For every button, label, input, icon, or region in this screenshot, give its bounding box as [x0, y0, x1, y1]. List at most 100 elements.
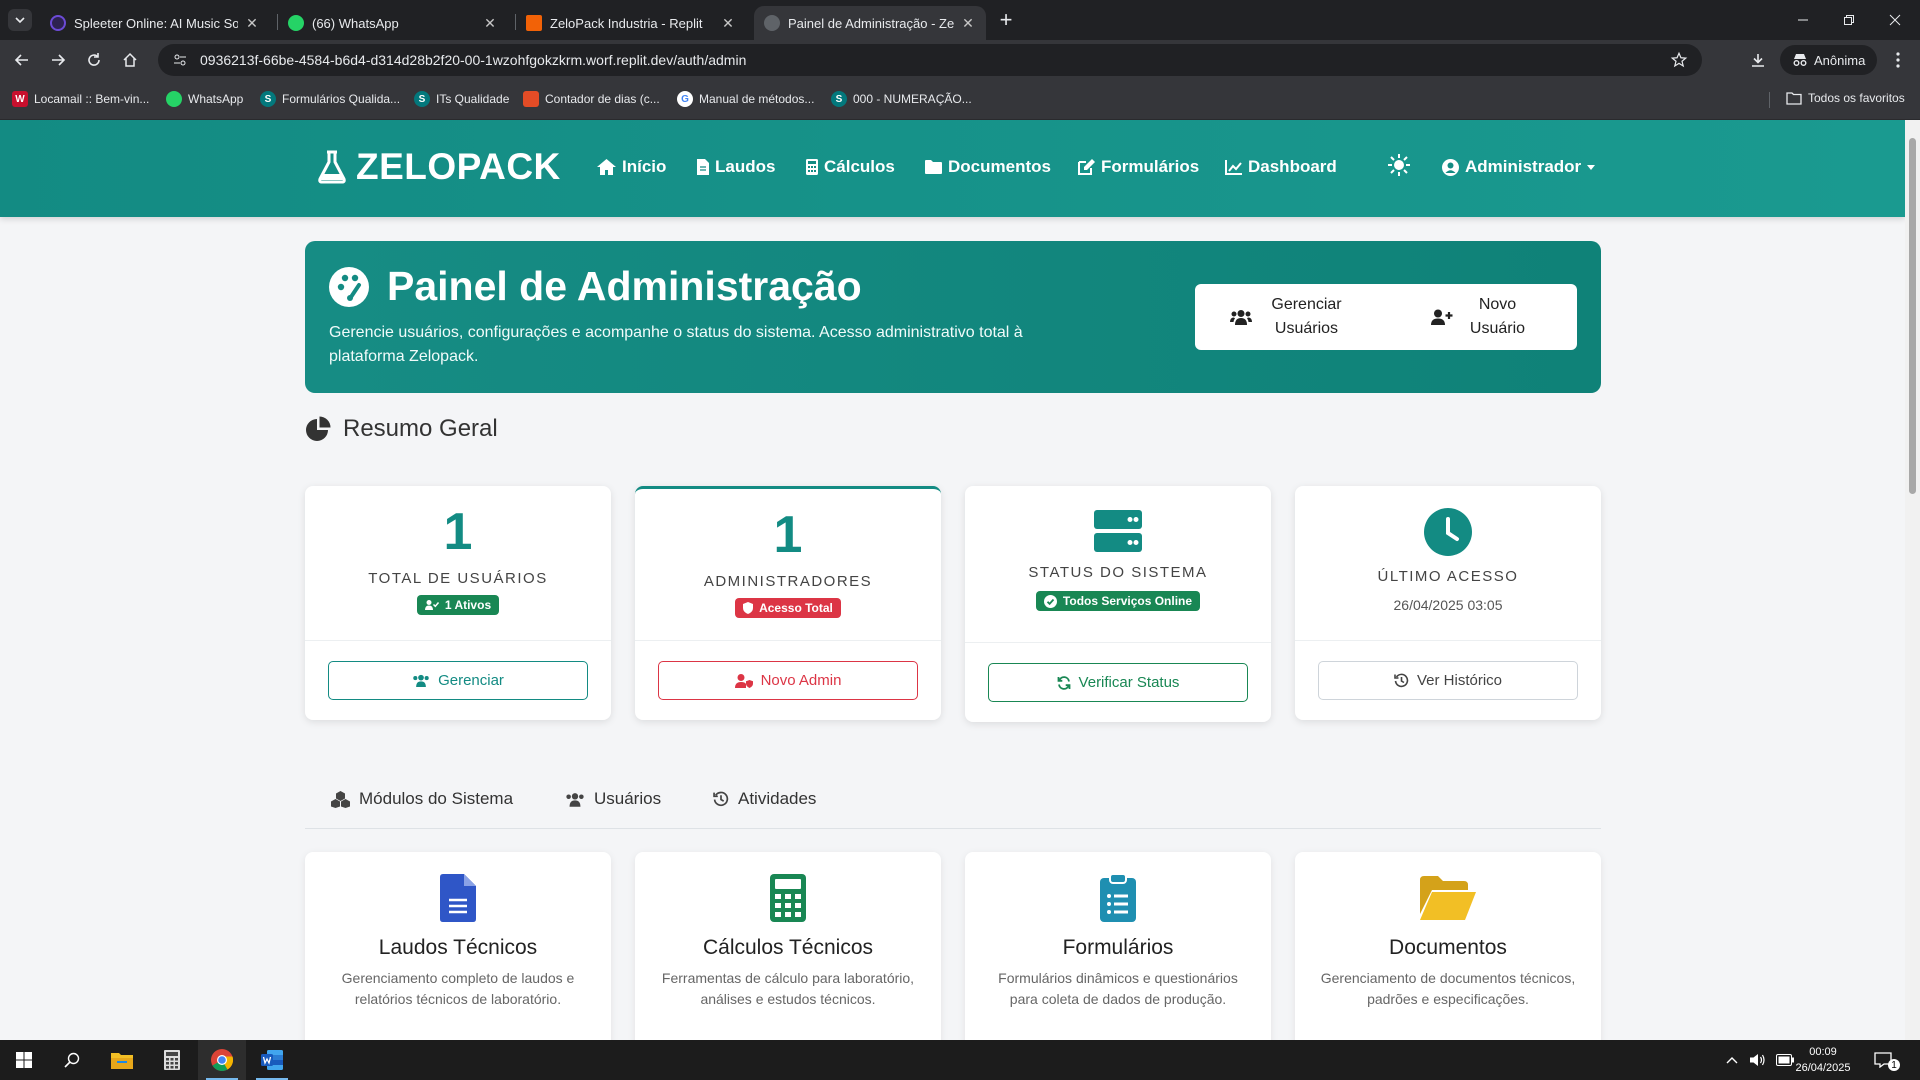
all-bookmarks-folder[interactable]: Todos os favoritos — [1786, 91, 1905, 105]
close-tab-icon[interactable]: ✕ — [960, 15, 976, 31]
user-check-icon — [424, 600, 439, 610]
windows-taskbar: 00:09 26/04/2025 1 — [0, 1040, 1920, 1080]
status-badge: Acesso Total — [735, 598, 841, 618]
calculator-icon — [164, 1050, 180, 1070]
reload-button[interactable] — [82, 48, 106, 72]
home-button[interactable] — [118, 48, 142, 72]
incognito-indicator[interactable]: Anônima — [1780, 45, 1878, 75]
home-icon — [123, 52, 137, 67]
bookmark-item[interactable]: S ITs Qualidade — [414, 91, 509, 107]
module-card-laudos[interactable]: Laudos Técnicos Gerenciamento completo d… — [305, 852, 611, 1040]
restore-button[interactable] — [1826, 0, 1872, 40]
chrome-app-button[interactable] — [198, 1040, 246, 1080]
chevron-up-icon[interactable] — [1726, 1056, 1738, 1064]
user-menu-dropdown[interactable]: Administrador — [1442, 157, 1596, 177]
clock-date: 26/04/2025 — [1795, 1062, 1851, 1074]
manage-users-button[interactable]: Gerenciar Usuários — [1195, 284, 1386, 350]
users-icon — [413, 674, 429, 687]
browser-toolbar: 0936213f-66be-4584-b6d4-d314d28b2f20-00-… — [0, 40, 1920, 80]
close-tab-icon[interactable]: ✕ — [720, 15, 736, 31]
stat-card-admins: 1 ADMINISTRADORES Acesso Total Novo Admi… — [635, 486, 941, 720]
replit-favicon-icon — [526, 15, 542, 31]
close-tab-icon[interactable]: ✕ — [244, 15, 260, 31]
site-info-icon[interactable] — [170, 52, 190, 68]
word-app-button[interactable] — [248, 1040, 296, 1080]
page-scrollbar[interactable] — [1905, 120, 1920, 1040]
stat-label: ÚLTIMO ACESSO — [1377, 568, 1519, 585]
nav-link-dashboard[interactable]: Dashboard — [1225, 157, 1337, 177]
locaweb-icon: W — [12, 91, 28, 107]
browser-tab[interactable]: (66) WhatsApp ✕ — [278, 6, 508, 40]
system-clock[interactable]: 00:09 26/04/2025 — [1788, 1044, 1858, 1076]
cubes-icon — [331, 790, 350, 808]
system-tray — [1726, 1040, 1794, 1080]
calculator-app-button[interactable] — [148, 1040, 196, 1080]
new-admin-button[interactable]: Novo Admin — [658, 661, 918, 700]
bookmark-item[interactable]: Contador de dias (c... — [523, 91, 660, 107]
tab-modules[interactable]: Módulos do Sistema — [331, 789, 513, 809]
download-icon — [1752, 54, 1764, 67]
back-button[interactable] — [10, 48, 34, 72]
bookmark-item[interactable]: S 000 - NUMERAÇÃO... — [831, 91, 972, 107]
module-description: Formulários dinâmicos e questionários pa… — [998, 970, 1238, 1007]
file-alt-icon — [440, 874, 476, 922]
notification-center-button[interactable]: 1 — [1874, 1040, 1900, 1080]
sharepoint-icon: S — [831, 91, 847, 107]
volume-icon[interactable] — [1750, 1053, 1766, 1067]
manage-button[interactable]: Gerenciar — [328, 661, 588, 700]
stat-label: ADMINISTRADORES — [703, 573, 873, 590]
browser-tab-active[interactable]: Painel de Administração - Zelop ✕ — [754, 6, 986, 40]
check-status-button[interactable]: Verificar Status — [988, 663, 1248, 702]
module-card-calculos[interactable]: Cálculos Técnicos Ferramentas de cálculo… — [635, 852, 941, 1040]
bookmarks-bar: W Locamail :: Bem-vin... WhatsApp S Form… — [0, 80, 1920, 120]
module-card-formularios[interactable]: Formulários Formulários dinâmicos e ques… — [965, 852, 1271, 1040]
bookmark-item[interactable]: W Locamail :: Bem-vin... — [12, 91, 149, 107]
shield-icon — [743, 602, 754, 614]
nav-link-inicio[interactable]: Início — [597, 157, 666, 177]
bookmark-item[interactable]: G Manual de métodos... — [677, 91, 814, 107]
nav-link-documentos[interactable]: Documentos — [925, 157, 1051, 177]
browser-tab[interactable]: ZeloPack Industria - Replit ✕ — [516, 6, 746, 40]
address-bar[interactable]: 0936213f-66be-4584-b6d4-d314d28b2f20-00-… — [158, 44, 1702, 76]
close-tab-icon[interactable]: ✕ — [482, 15, 498, 31]
browser-menu-button[interactable] — [1886, 48, 1910, 72]
nav-link-formularios[interactable]: Formulários — [1078, 157, 1199, 177]
stat-card-total-users: 1 TOTAL DE USUÁRIOS 1 Ativos Gerenciar — [305, 486, 611, 720]
tab-users[interactable]: Usuários — [565, 789, 661, 809]
users-icon — [566, 792, 584, 807]
file-explorer-button[interactable] — [98, 1040, 146, 1080]
search-button[interactable] — [48, 1040, 96, 1080]
module-description: Ferramentas de cálculo para laboratório,… — [661, 970, 915, 1007]
bookmark-item[interactable]: WhatsApp — [166, 91, 243, 107]
nav-link-calculos[interactable]: Cálculos — [806, 157, 895, 177]
page-title: Painel de Administração — [329, 263, 862, 310]
forward-button[interactable] — [46, 48, 70, 72]
bookmark-item[interactable]: S Formulários Qualida... — [260, 91, 400, 107]
close-window-button[interactable] — [1872, 0, 1918, 40]
start-button[interactable] — [0, 1040, 48, 1080]
app-navbar: ZELOPACK Início Laudos Cálculos Document… — [0, 120, 1905, 217]
bookmark-star-icon[interactable] — [1670, 51, 1688, 69]
tab-activities[interactable]: Atividades — [713, 789, 816, 809]
new-user-button[interactable]: Novo Usuário — [1386, 284, 1577, 350]
module-description: Gerenciamento de documentos técnicos, pa… — [1320, 970, 1576, 1007]
more-vertical-icon — [1896, 52, 1900, 68]
folder-open-icon — [1420, 876, 1476, 920]
history-icon — [713, 791, 729, 807]
last-access-date: 26/04/2025 03:05 — [1393, 597, 1503, 613]
brand-logo[interactable]: ZELOPACK — [318, 146, 561, 188]
nav-link-laudos[interactable]: Laudos — [697, 157, 775, 177]
view-history-button[interactable]: Ver Histórico — [1318, 661, 1578, 700]
theme-toggle-button[interactable] — [1388, 154, 1410, 176]
browser-tab[interactable]: Spleeter Online: AI Music Sourc ✕ — [40, 6, 270, 40]
module-title: Cálculos Técnicos — [702, 936, 874, 959]
tab-search-button[interactable] — [8, 9, 32, 31]
new-tab-button[interactable]: + — [994, 7, 1018, 32]
minimize-button[interactable] — [1780, 0, 1826, 40]
downloads-button[interactable] — [1746, 48, 1770, 72]
module-card-documentos[interactable]: Documentos Gerenciamento de documentos t… — [1295, 852, 1601, 1040]
chart-pie-icon — [306, 416, 331, 441]
calendar-icon — [523, 91, 539, 107]
windows-logo-icon — [16, 1052, 32, 1068]
scrollbar-thumb[interactable] — [1909, 138, 1916, 494]
